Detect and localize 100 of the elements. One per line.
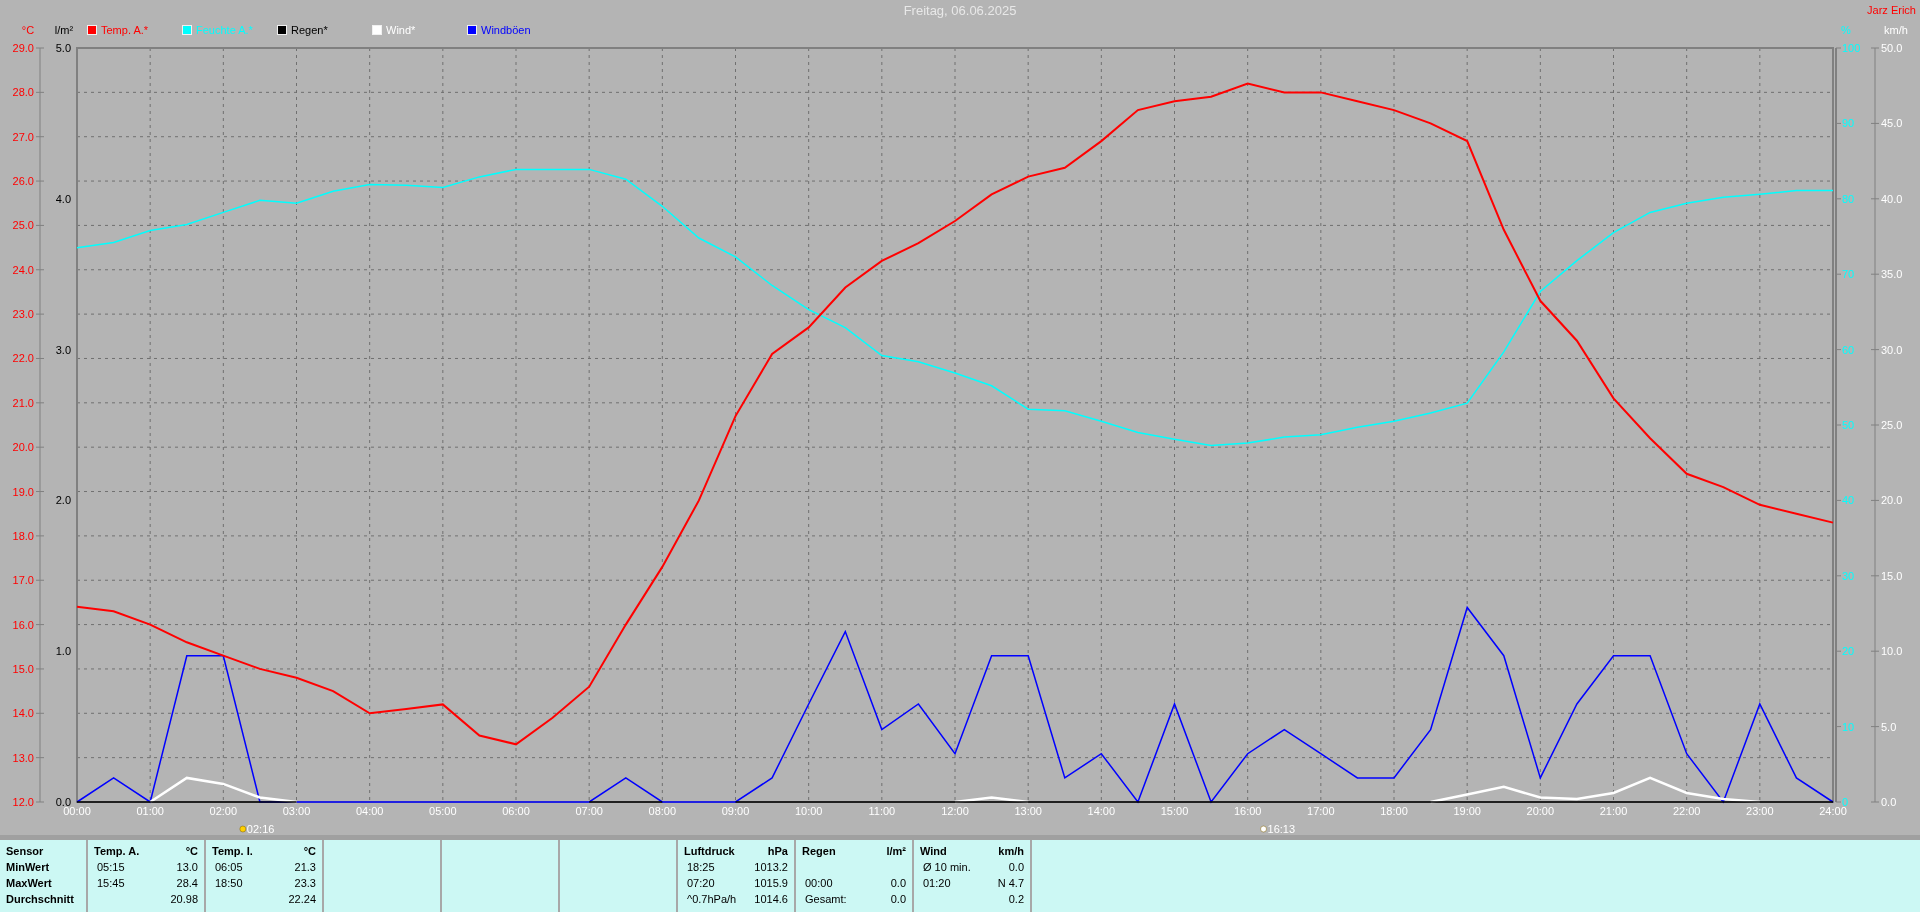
- axis-label: 24:00: [1819, 805, 1847, 817]
- axis-label: 21:00: [1599, 805, 1628, 817]
- legend-label: Wind*: [386, 24, 416, 36]
- table-cell-text: Ø 10 min.: [922, 861, 971, 873]
- row-label: MinWert: [6, 861, 50, 873]
- axis-label: 23:00: [1746, 805, 1774, 817]
- legend-label: Feuchte A.*: [196, 24, 253, 36]
- axis-label: 05:00: [429, 805, 457, 817]
- table-cell: 0.2: [1008, 893, 1024, 905]
- table-cell: 28.4: [176, 877, 198, 889]
- axis-label: 20:00: [1526, 805, 1555, 817]
- axis-label: 20.0: [12, 441, 34, 454]
- axis-label: 5.0: [55, 42, 71, 54]
- axis-label: 18:00: [1380, 805, 1408, 817]
- row-label: MaxWert: [6, 877, 52, 889]
- axis-label: 60: [1842, 343, 1855, 356]
- axis-label: 15.0: [12, 662, 34, 675]
- axis-label: 26.0: [12, 175, 34, 188]
- axis-unit: %: [1840, 24, 1852, 36]
- axis-label: 4.0: [55, 192, 71, 205]
- axis-label: 40: [1842, 494, 1855, 507]
- legend-label: Windböen: [481, 24, 531, 36]
- axis-label: 90: [1842, 117, 1855, 130]
- axis-unit: km/h: [1883, 24, 1909, 36]
- sun-icon: [239, 825, 247, 833]
- table-cell: 23.3: [294, 877, 316, 889]
- axis-label: 14:00: [1087, 805, 1116, 817]
- axis-label: 16:00: [1233, 805, 1262, 817]
- table-cell: 20.98: [170, 893, 198, 905]
- axis-label: 10:00: [794, 805, 823, 817]
- table-cell: 1013.2: [754, 861, 788, 873]
- column-title: Regen: [802, 845, 836, 857]
- axis-label: 14.0: [12, 707, 34, 720]
- table-cell-text: Gesamt:: [804, 893, 847, 905]
- legend-label: Temp. A.*: [101, 24, 149, 36]
- table-cell: 0.0: [1008, 861, 1024, 873]
- axis-label: 0: [1842, 796, 1849, 808]
- axis-label: 45.0: [1881, 117, 1903, 130]
- column-title: Luftdruck: [684, 845, 735, 857]
- table-cell: 0.0: [890, 893, 906, 905]
- axis-label: 13:00: [1014, 805, 1042, 817]
- axis-label: 02:00: [209, 805, 238, 817]
- table-cell-text: 00:00: [804, 877, 833, 889]
- column-unit: °C: [185, 845, 198, 857]
- axis-label: 17:00: [1307, 805, 1335, 817]
- axis-label: 80: [1842, 192, 1855, 205]
- axis-label: 30: [1842, 569, 1855, 582]
- axis-label: 29.0: [12, 42, 34, 54]
- axis-label: 10.0: [1881, 645, 1903, 658]
- axis-label: 3.0: [55, 343, 71, 356]
- axis-label: 10: [1842, 720, 1855, 733]
- axis-label: 15:00: [1160, 805, 1189, 817]
- axis-label: 20.0: [1881, 494, 1903, 507]
- axis-label: 16.0: [12, 618, 34, 631]
- sun-icon: [1260, 825, 1267, 833]
- axis-label: 13.0: [12, 751, 34, 764]
- axis-label: 28.0: [12, 86, 34, 99]
- axis-label: 22.0: [12, 352, 34, 365]
- table-cell-text: 06:05: [214, 861, 243, 873]
- axis-label: 0.0: [1881, 796, 1897, 808]
- axis-label: 12.0: [12, 796, 34, 808]
- axis-label: 00:00: [63, 805, 91, 817]
- table-cell-text: 07:20: [686, 877, 715, 889]
- table-cell-text: ^0.7hPa/h: [686, 893, 737, 905]
- axis-label: 08:00: [648, 805, 677, 817]
- axis-unit: l/m²: [53, 24, 75, 36]
- axis-label: 25.0: [1881, 419, 1903, 431]
- table-cell-text: 18:25: [686, 861, 715, 873]
- axis-label: 100: [1842, 42, 1861, 54]
- owner-name: Jarz Erich: [1867, 4, 1916, 16]
- axis-label: 18.0: [12, 529, 34, 542]
- table-cell: 1014.6: [754, 893, 788, 905]
- axis-label: 03:00: [282, 805, 311, 817]
- axis-label: 15.0: [1881, 569, 1903, 582]
- marker-time: 02:16: [246, 823, 275, 835]
- axis-label: 50.0: [1881, 42, 1903, 54]
- axis-label: 25.0: [12, 219, 34, 232]
- axis-label: 1.0: [55, 645, 71, 658]
- axis-label: 07:00: [575, 805, 603, 817]
- axis-label: 01:00: [136, 805, 164, 817]
- axis-label: 23.0: [12, 308, 34, 321]
- axis-label: 20: [1842, 645, 1855, 658]
- axis-label: 27.0: [12, 130, 34, 143]
- axis-label: 70: [1842, 268, 1855, 281]
- axis-label: 30.0: [1881, 343, 1903, 356]
- axis-label: 22:00: [1672, 805, 1701, 817]
- axis-label: 21.0: [12, 396, 34, 409]
- axis-label: 12:00: [941, 805, 969, 817]
- column-title: Temp. A.: [94, 845, 140, 857]
- axis-label: 04:00: [355, 805, 384, 817]
- table-cell-text: 01:20: [922, 877, 951, 889]
- legend-label: Regen*: [291, 24, 328, 36]
- column-unit: °C: [303, 845, 316, 857]
- table-cell-text: 18:50: [214, 877, 243, 889]
- marker-time: 16:13: [1267, 823, 1296, 835]
- axis-label: 24.0: [12, 263, 34, 276]
- table-cell-text: 15:45: [96, 877, 125, 889]
- table-cell: 13.0: [176, 861, 198, 873]
- axis-label: 0.0: [55, 796, 71, 808]
- table-cell: 1015.9: [754, 877, 788, 889]
